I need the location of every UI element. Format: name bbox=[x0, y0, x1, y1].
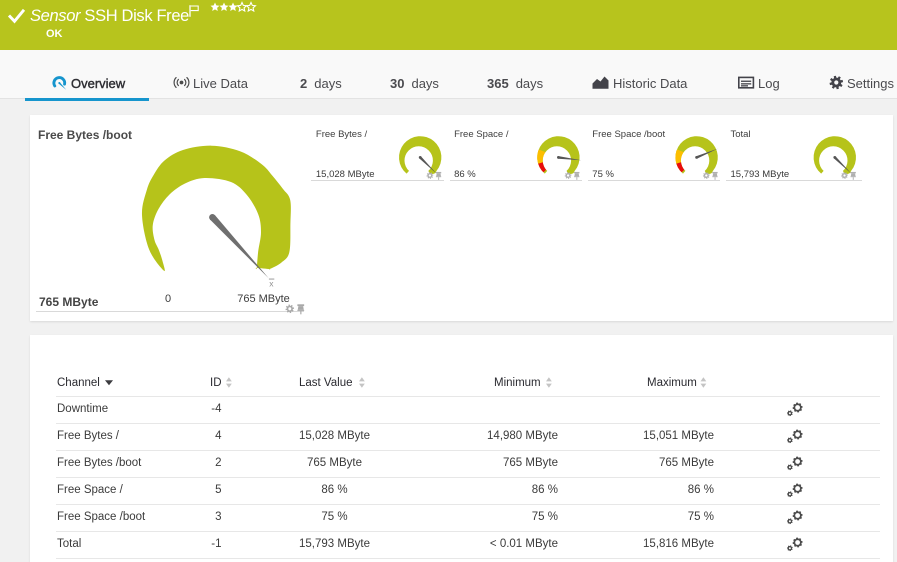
svg-text:x: x bbox=[269, 279, 274, 289]
